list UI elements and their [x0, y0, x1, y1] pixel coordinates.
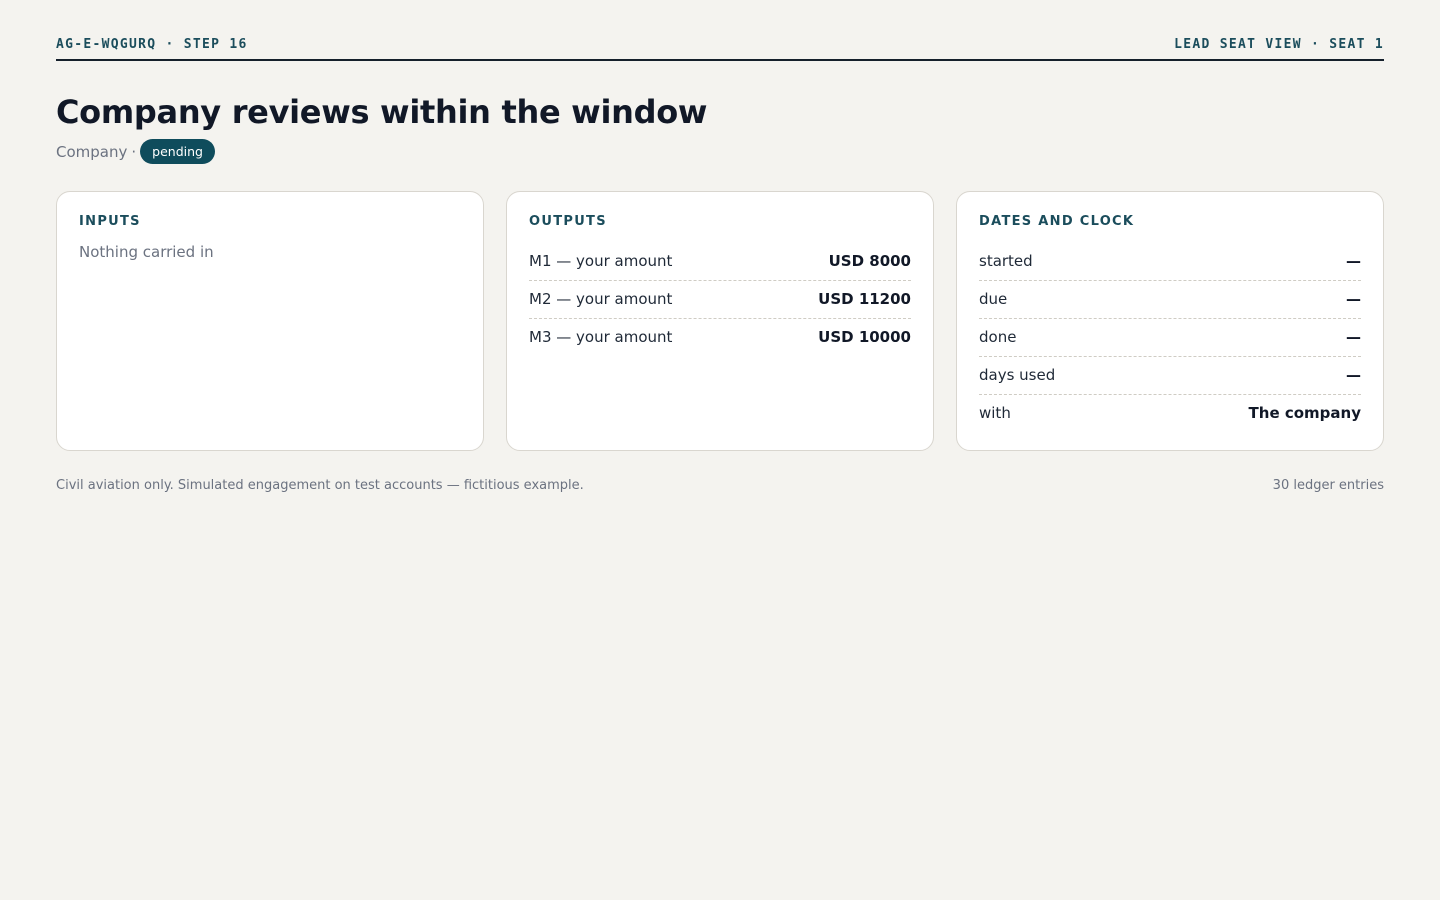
- output-label: M1 — your amount: [529, 252, 673, 271]
- date-label: due: [979, 290, 1008, 309]
- date-value: The company: [1248, 404, 1361, 423]
- party-label: Company: [56, 142, 128, 161]
- output-row: M3 — your amount USD 10000: [529, 319, 911, 356]
- dates-list: started — due — done — days used — with: [979, 243, 1361, 432]
- date-row-with: with The company: [979, 395, 1361, 432]
- output-row: M1 — your amount USD 8000: [529, 243, 911, 281]
- footer: Civil aviation only. Simulated engagemen…: [56, 478, 1384, 493]
- outputs-card-title: OUTPUTS: [529, 213, 607, 229]
- status-badge: pending: [140, 139, 215, 165]
- output-row: M2 — your amount USD 11200: [529, 281, 911, 319]
- inputs-empty-note: Nothing carried in: [79, 242, 214, 261]
- inputs-card: INPUTS Nothing carried in: [56, 190, 484, 451]
- output-label: M2 — your amount: [529, 290, 673, 309]
- case-step-label: AG-E-WQGURQ · STEP 16: [56, 37, 248, 52]
- date-label: done: [979, 328, 1017, 347]
- output-value: USD 8000: [828, 252, 911, 271]
- date-label: with: [979, 404, 1011, 423]
- date-value: —: [1346, 252, 1361, 271]
- date-row-days-used: days used —: [979, 357, 1361, 395]
- date-row-started: started —: [979, 243, 1361, 281]
- cards-row: INPUTS Nothing carried in OUTPUTS M1 — y…: [56, 190, 1384, 451]
- date-label: days used: [979, 366, 1056, 385]
- separator: ·: [131, 142, 137, 161]
- top-bar: AG-E-WQGURQ · STEP 16 LEAD SEAT VIEW · S…: [56, 0, 1384, 61]
- subtitle: Company · pending: [56, 139, 1384, 165]
- date-value: —: [1346, 290, 1361, 309]
- inputs-card-title: INPUTS: [79, 213, 141, 229]
- output-value: USD 10000: [818, 328, 911, 347]
- outputs-list: M1 — your amount USD 8000 M2 — your amou…: [529, 243, 911, 356]
- page-title: Company reviews within the window: [56, 93, 708, 131]
- output-label: M3 — your amount: [529, 328, 673, 347]
- date-row-done: done —: [979, 319, 1361, 357]
- output-value: USD 11200: [818, 290, 911, 309]
- date-label: started: [979, 252, 1033, 271]
- date-value: —: [1346, 366, 1361, 385]
- disclaimer-note: Civil aviation only. Simulated engagemen…: [56, 477, 584, 493]
- seat-view-label: LEAD SEAT VIEW · SEAT 1: [1174, 37, 1384, 52]
- date-row-due: due —: [979, 281, 1361, 319]
- dates-card: DATES AND CLOCK started — due — done — d…: [956, 190, 1384, 451]
- date-value: —: [1346, 328, 1361, 347]
- ledger-count: 30 ledger entries: [1272, 477, 1384, 493]
- page: AG-E-WQGURQ · STEP 16 LEAD SEAT VIEW · S…: [56, 0, 1384, 493]
- outputs-card: OUTPUTS M1 — your amount USD 8000 M2 — y…: [506, 190, 934, 451]
- dates-card-title: DATES AND CLOCK: [979, 213, 1135, 229]
